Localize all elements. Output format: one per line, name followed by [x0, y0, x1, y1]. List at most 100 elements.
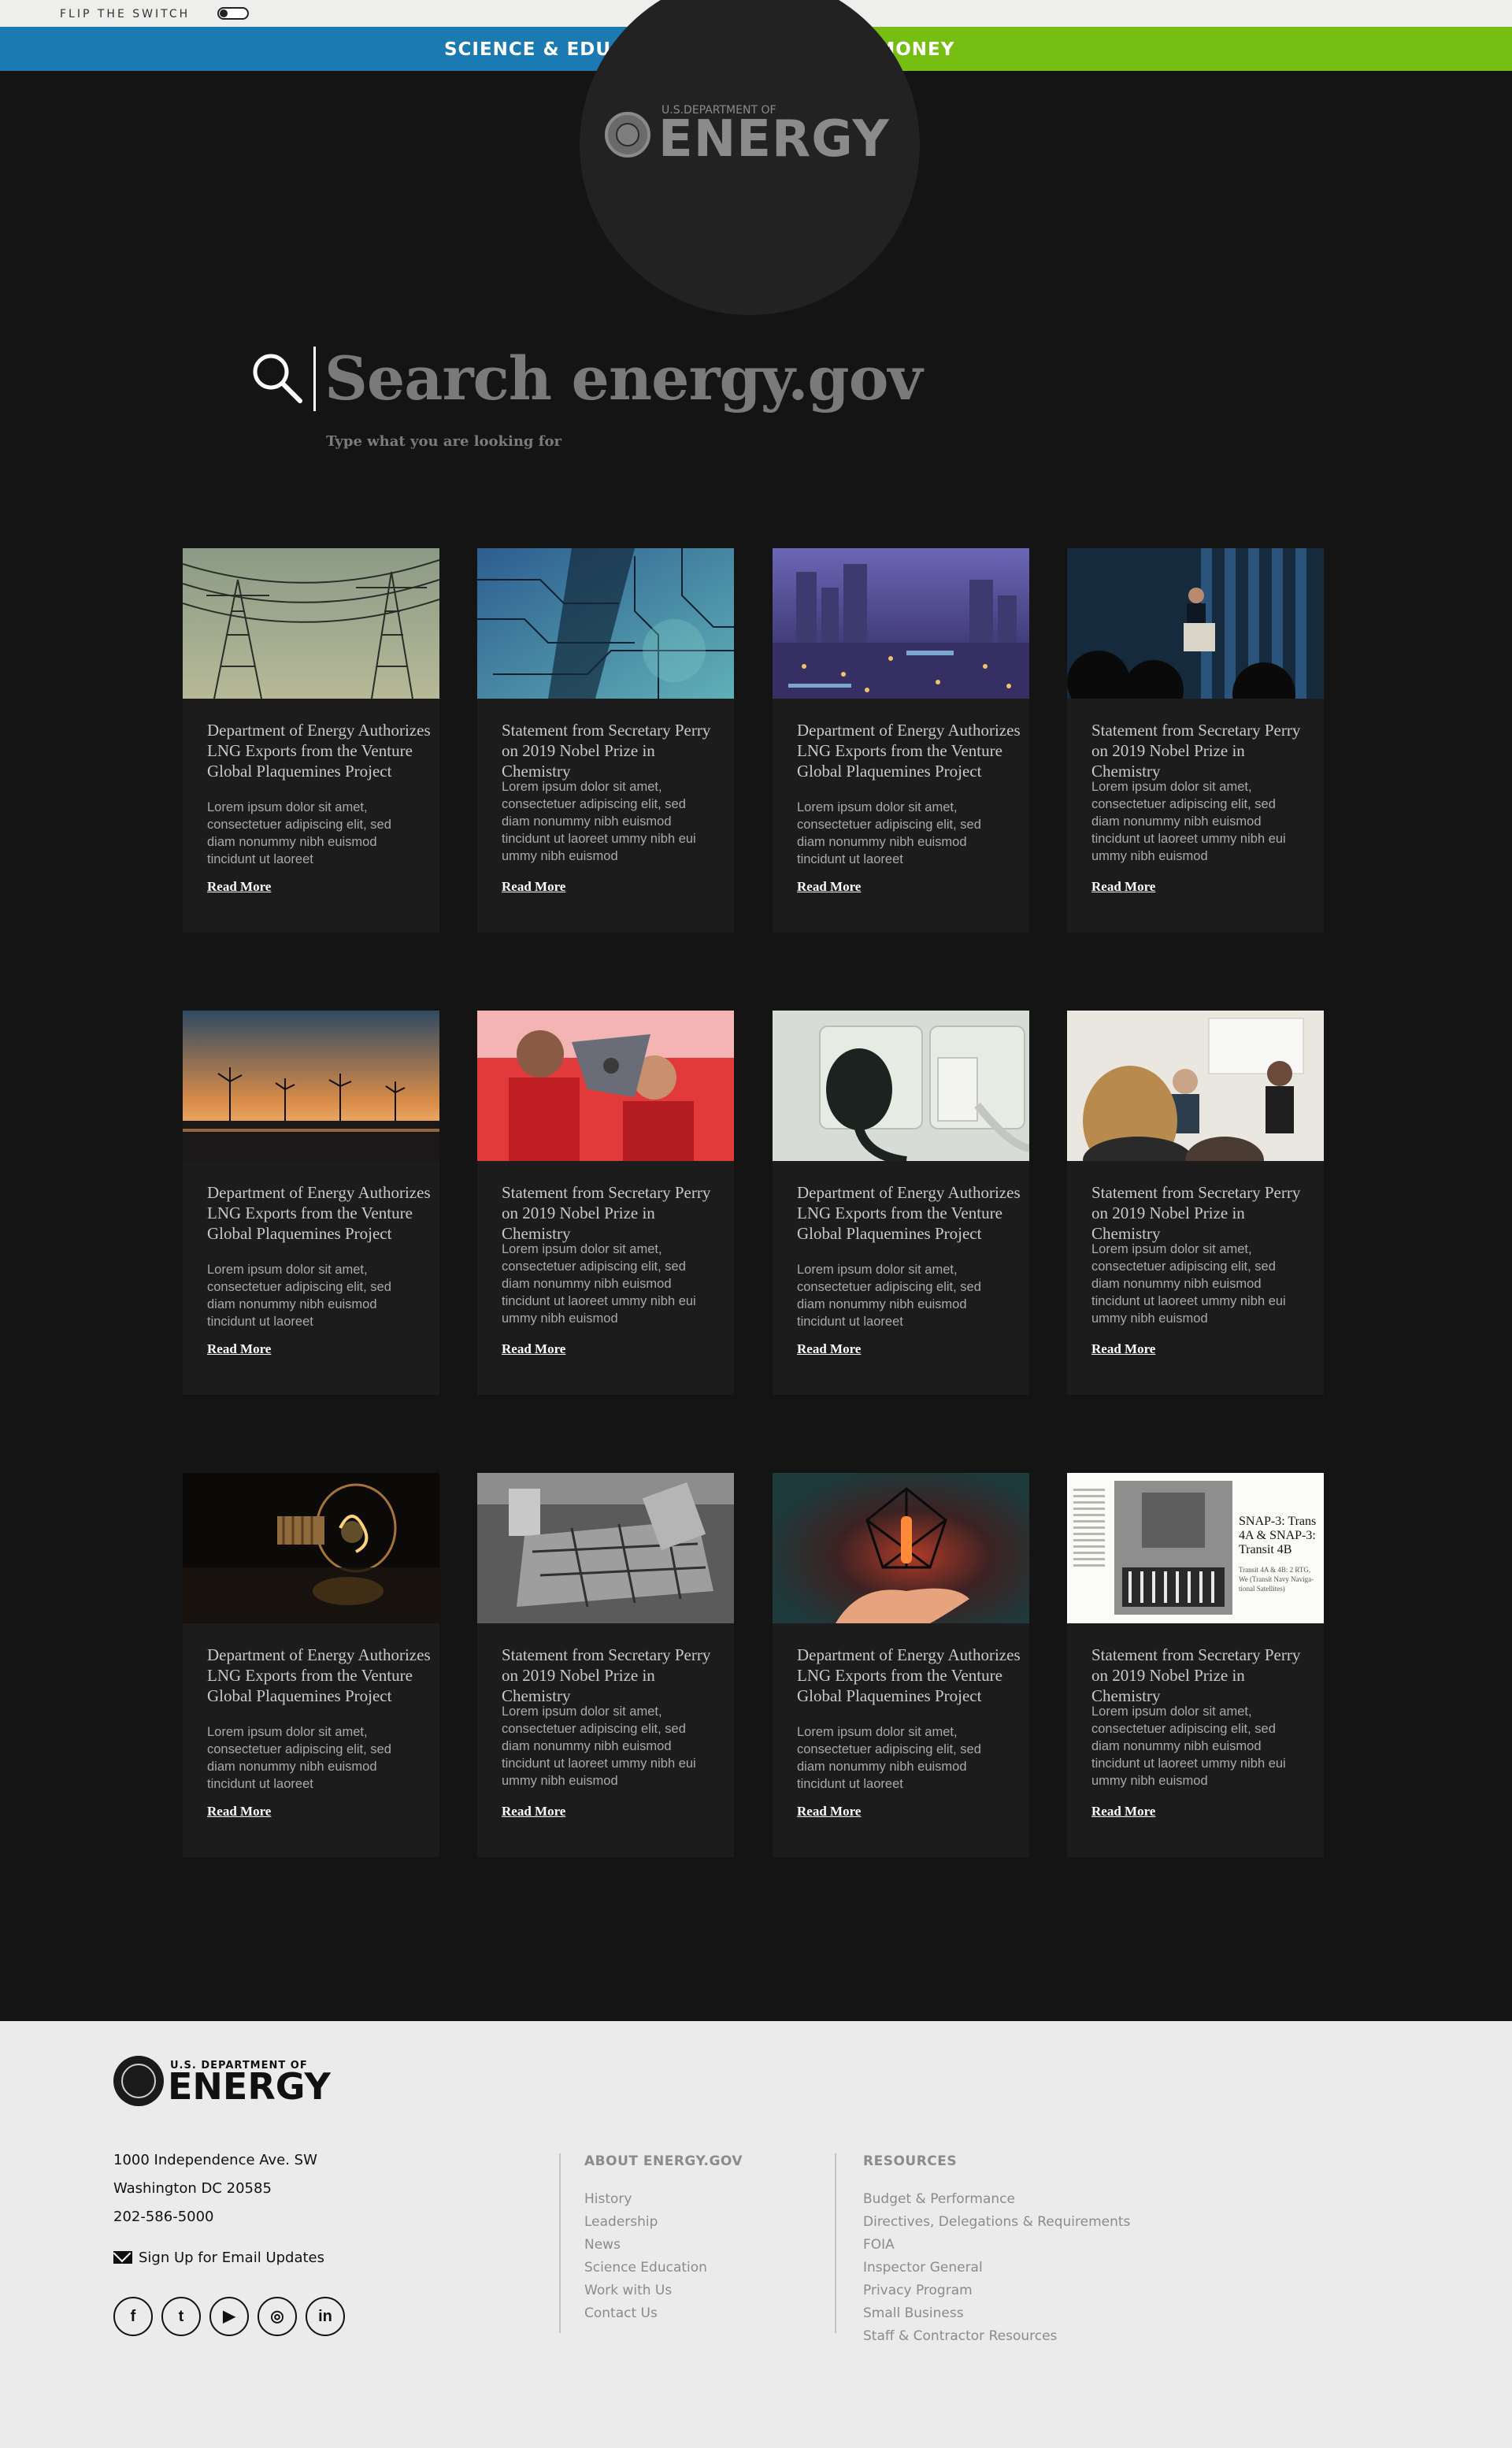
card-title[interactable]: Department of Energy Authorizes LNG Expo… [207, 1182, 432, 1244]
card-title[interactable]: Statement from Secretary Perry on 2019 N… [1091, 1645, 1317, 1706]
news-card[interactable]: Department of Energy Authorizes LNG Expo… [183, 1011, 439, 1395]
card-title[interactable]: Statement from Secretary Perry on 2019 N… [502, 1645, 727, 1706]
card-excerpt: Lorem ipsum dolor sit amet, consectetuer… [502, 1704, 696, 1788]
footer-link[interactable]: History [584, 2191, 632, 2207]
footer-link[interactable]: Small Business [863, 2305, 964, 2321]
read-more-link[interactable]: Read More [207, 879, 271, 895]
read-more-link[interactable]: Read More [1091, 879, 1155, 895]
read-more-link[interactable]: Read More [797, 1341, 861, 1357]
footer-seal-icon[interactable] [113, 2056, 164, 2106]
search-input[interactable]: Search energy.gov [324, 343, 923, 414]
card-image-light-bulb[interactable] [183, 1473, 439, 1623]
card-excerpt: Lorem ipsum dolor sit amet, consectetuer… [207, 800, 391, 866]
news-card[interactable]: Statement from Secretary Perry on 2019 N… [477, 1011, 734, 1395]
footer-link[interactable]: Leadership [584, 2214, 658, 2230]
read-more-link[interactable]: Read More [1091, 1804, 1155, 1819]
news-card[interactable]: Department of Energy Authorizes LNG Expo… [183, 1473, 439, 1857]
card-image-wind-turbines-sunset[interactable] [183, 1011, 439, 1161]
footer-link[interactable]: Contact Us [584, 2305, 658, 2321]
card-title[interactable]: Department of Energy Authorizes LNG Expo… [797, 1645, 1022, 1706]
card-excerpt: Lorem ipsum dolor sit amet, consectetuer… [797, 1263, 981, 1329]
card-excerpt: Lorem ipsum dolor sit amet, consectetuer… [797, 1725, 981, 1791]
snap-caption-line2: 4A & SNAP-3: [1239, 1529, 1316, 1542]
address-phone: 202-586-5000 [113, 2209, 214, 2225]
card-image-students-robotics[interactable] [477, 1011, 734, 1161]
card-excerpt: Lorem ipsum dolor sit amet, consectetuer… [502, 780, 696, 863]
card-image-wall-plug[interactable] [773, 1011, 1029, 1161]
news-card[interactable]: Statement from Secretary Perry on 2019 N… [1067, 548, 1324, 933]
card-image-rover-bw[interactable] [477, 1473, 734, 1623]
footer-link[interactable]: Directives, Delegations & Requirements [863, 2214, 1130, 2230]
twitter-icon[interactable]: t [161, 2297, 201, 2336]
card-title[interactable]: Statement from Secretary Perry on 2019 N… [502, 1182, 727, 1244]
footer-logo-big[interactable]: ENERGY [168, 2065, 331, 2108]
card-image-city-night[interactable] [773, 548, 1029, 699]
card-excerpt: Lorem ipsum dolor sit amet, consectetuer… [207, 1725, 391, 1791]
flip-toggle[interactable] [217, 7, 249, 20]
search-hint: Type what you are looking for [326, 433, 562, 450]
card-image-classroom[interactable] [1067, 1011, 1324, 1161]
facebook-icon[interactable]: f [113, 2297, 153, 2336]
news-card[interactable]: Statement from Secretary Perry on 2019 N… [1067, 1011, 1324, 1395]
snap-caption-line3: Transit 4B [1239, 1543, 1292, 1556]
doe-seal-icon[interactable] [605, 112, 650, 158]
news-card[interactable]: Department of Energy Authorizes LNG Expo… [773, 548, 1029, 933]
footer-link[interactable]: Staff & Contractor Resources [863, 2328, 1057, 2344]
read-more-link[interactable]: Read More [797, 879, 861, 895]
logo-big-text[interactable]: ENERGY [658, 110, 890, 169]
card-image-newspaper-snap[interactable]: SNAP-3: Trans 4A & SNAP-3: Transit 4B Tr… [1067, 1473, 1324, 1623]
search-caret [313, 347, 316, 411]
news-card[interactable]: Department of Energy Authorizes LNG Expo… [773, 1011, 1029, 1395]
news-card[interactable]: Department of Energy Authorizes LNG Expo… [773, 1473, 1029, 1857]
card-excerpt: Lorem ipsum dolor sit amet, consectetuer… [207, 1263, 391, 1329]
read-more-link[interactable]: Read More [207, 1341, 271, 1357]
card-title[interactable]: Department of Energy Authorizes LNG Expo… [207, 1645, 432, 1706]
resources-heading: RESOURCES [863, 2153, 958, 2169]
hero: U.S.DEPARTMENT OF ENERGY Search energy.g… [0, 0, 1512, 2053]
address-street: 1000 Independence Ave. SW [113, 2152, 317, 2168]
toggle-knob [220, 9, 228, 17]
read-more-link[interactable]: Read More [797, 1804, 861, 1819]
card-excerpt: Lorem ipsum dolor sit amet, consectetuer… [797, 800, 981, 866]
footer-link[interactable]: Work with Us [584, 2283, 672, 2298]
card-image-power-lines[interactable] [183, 548, 439, 699]
footer-link[interactable]: Budget & Performance [863, 2191, 1015, 2207]
snap-caption-title: SNAP-3: Trans [1239, 1515, 1316, 1528]
card-excerpt: Lorem ipsum dolor sit amet, consectetuer… [502, 1242, 696, 1326]
news-card[interactable]: Department of Energy Authorizes LNG Expo… [183, 548, 439, 933]
footer: U.S. DEPARTMENT OF ENERGY 1000 Independe… [0, 2021, 1512, 2448]
linkedin-icon[interactable]: in [306, 2297, 345, 2336]
news-card[interactable]: SNAP-3: Trans 4A & SNAP-3: Transit 4B Tr… [1067, 1473, 1324, 1857]
read-more-link[interactable]: Read More [502, 1804, 565, 1819]
read-more-link[interactable]: Read More [207, 1804, 271, 1819]
card-image-speaker-podium[interactable] [1067, 548, 1324, 699]
card-title[interactable]: Department of Energy Authorizes LNG Expo… [797, 720, 1022, 781]
read-more-link[interactable]: Read More [502, 879, 565, 895]
address-city: Washington DC 20585 [113, 2180, 272, 2197]
card-excerpt: Lorem ipsum dolor sit amet, consectetuer… [1091, 1242, 1286, 1326]
about-heading: ABOUT ENERGY.GOV [584, 2153, 743, 2169]
footer-link[interactable]: Inspector General [863, 2260, 983, 2276]
youtube-icon[interactable]: ▶ [209, 2297, 249, 2336]
card-title[interactable]: Department of Energy Authorizes LNG Expo… [797, 1182, 1022, 1244]
news-card[interactable]: Statement from Secretary Perry on 2019 N… [477, 1473, 734, 1857]
card-title[interactable]: Department of Energy Authorizes LNG Expo… [207, 720, 432, 781]
read-more-link[interactable]: Read More [502, 1341, 565, 1357]
search-icon[interactable] [250, 351, 304, 405]
card-title[interactable]: Statement from Secretary Perry on 2019 N… [502, 720, 727, 781]
footer-link[interactable]: Privacy Program [863, 2283, 973, 2298]
footer-divider [559, 2153, 561, 2333]
snap-caption-sub2: We (Transit Navy Naviga- [1239, 1575, 1314, 1583]
news-card[interactable]: Statement from Secretary Perry on 2019 N… [477, 548, 734, 933]
instagram-icon[interactable]: ◎ [258, 2297, 297, 2336]
card-image-hand-lamp[interactable] [773, 1473, 1029, 1623]
footer-link[interactable]: Science Education [584, 2260, 707, 2276]
card-title[interactable]: Statement from Secretary Perry on 2019 N… [1091, 1182, 1317, 1244]
email-signup-link[interactable]: Sign Up for Email Updates [113, 2250, 324, 2266]
footer-link[interactable]: FOIA [863, 2237, 895, 2253]
card-title[interactable]: Statement from Secretary Perry on 2019 N… [1091, 720, 1317, 781]
read-more-link[interactable]: Read More [1091, 1341, 1155, 1357]
card-image-circuit-board[interactable] [477, 548, 734, 699]
footer-link[interactable]: News [584, 2237, 621, 2253]
snap-caption-sub3: tional Satellites) [1239, 1585, 1285, 1593]
